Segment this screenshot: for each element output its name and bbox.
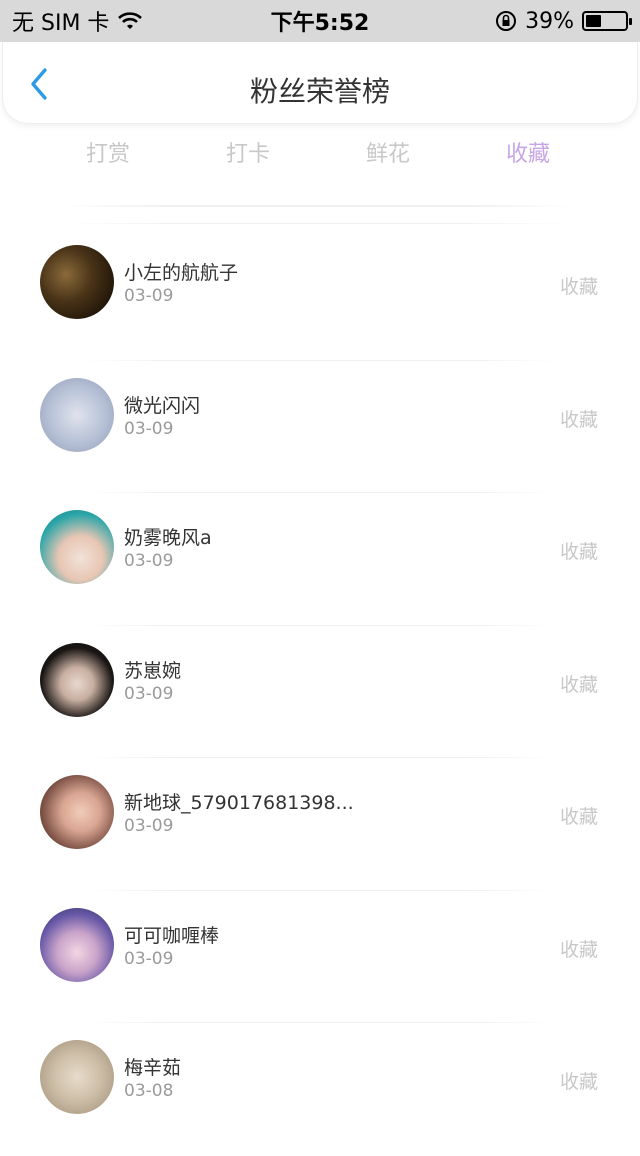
avatar[interactable] [40,642,114,717]
tab-favorites[interactable]: 收藏 [458,132,598,178]
user-date: 03-09 [124,551,174,571]
contribution-type: 收藏 [559,541,598,563]
user-name: 新地球_579017681398... [124,792,354,814]
user-date: 03-08 [124,1081,174,1101]
nav-bar: 粉丝荣誉榜 [2,42,638,124]
battery-percent: 39% [525,8,574,34]
list-item[interactable]: 苏崽婉 03-09 收藏 [0,626,640,758]
status-right: 39% [495,8,632,34]
status-left: 无 SIM 卡 [12,5,143,37]
list-item[interactable]: 新地球_579017681398... 03-09 收藏 [0,758,640,891]
user-name: 小左的航航子 [124,262,239,284]
avatar[interactable] [40,1040,114,1114]
user-date: 03-09 [124,418,174,439]
avatar[interactable] [40,907,114,982]
avatar[interactable] [40,377,114,452]
contribution-type: 收藏 [559,1071,598,1093]
tab-checkin[interactable]: 打卡 [178,132,318,178]
status-bar: 无 SIM 卡 下午5:52 39% [0,0,640,42]
user-date: 03-09 [124,816,174,836]
fan-list: 小左的航航子 03-09 收藏 微光闪闪 03-09 收藏 奶雾晚风a 03-0… [0,228,640,1156]
contribution-type: 收藏 [559,673,598,696]
avatar[interactable] [40,510,114,584]
wifi-icon [118,12,143,29]
user-date: 03-09 [124,286,174,306]
tab-flowers[interactable]: 鲜花 [318,132,458,178]
tab-bar: 打赏 打卡 鲜花 收藏 [38,132,598,178]
avatar[interactable] [40,775,114,849]
battery-icon [582,11,632,31]
list-item[interactable]: 可可咖喱棒 03-09 收藏 [0,891,640,1023]
contribution-type: 收藏 [559,408,598,431]
tab-divider-secondary [62,223,574,224]
carrier-label: 无 SIM 卡 [12,11,110,36]
rotation-lock-icon [496,11,517,31]
list-item[interactable]: 微光闪闪 03-09 收藏 [0,361,640,493]
user-name: 可可咖喱棒 [124,924,220,947]
user-name: 苏崽婉 [124,659,182,682]
tab-reward[interactable]: 打赏 [38,132,178,178]
user-name: 微光闪闪 [124,394,201,417]
page-title: 粉丝荣誉榜 [249,75,390,108]
contribution-type: 收藏 [559,938,598,961]
contribution-type: 收藏 [559,276,598,298]
contribution-type: 收藏 [559,806,598,828]
user-name: 奶雾晚风a [124,527,212,549]
avatar[interactable] [40,245,114,319]
list-item[interactable]: 奶雾晚风a 03-09 收藏 [0,493,640,626]
user-name: 梅辛茹 [124,1057,182,1079]
tab-divider [62,205,574,207]
list-item[interactable]: 小左的航航子 03-09 收藏 [0,228,640,361]
battery-fill [586,15,601,27]
user-date: 03-09 [124,683,174,704]
user-date: 03-09 [124,948,174,969]
